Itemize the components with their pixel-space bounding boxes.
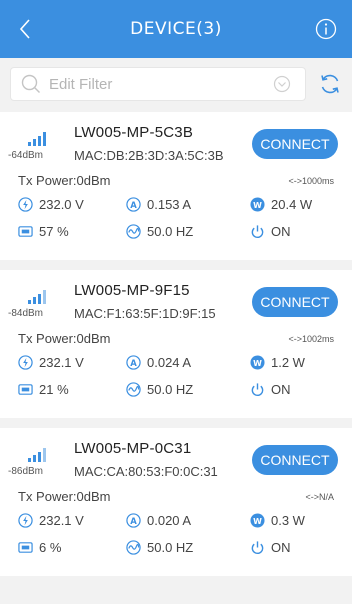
switch-status: ON <box>250 224 291 239</box>
svg-text:A: A <box>130 516 137 526</box>
current-value: 0.024 A <box>147 355 192 370</box>
current-icon: A <box>126 197 141 212</box>
broadcast-interval: <->1000ms <box>288 176 334 186</box>
voltage-metric: 232.1 V <box>18 513 84 528</box>
tx-power: Tx Power:0dBm <box>18 489 111 504</box>
svg-text:A: A <box>130 200 137 210</box>
power-factor-metric: 57 % <box>18 224 69 239</box>
power-icon: W <box>250 355 265 370</box>
voltage-icon <box>18 355 33 370</box>
svg-text:W: W <box>253 517 262 526</box>
filter-input[interactable] <box>49 75 273 93</box>
power-value: 1.2 W <box>271 355 305 370</box>
power-toggle-icon <box>251 541 264 555</box>
info-button[interactable] <box>314 17 338 41</box>
connect-button[interactable]: CONNECT <box>252 287 338 317</box>
switch-value: ON <box>271 540 291 555</box>
power-factor-metric: 6 % <box>18 540 61 555</box>
rssi-value: -64dBm <box>8 150 44 161</box>
current-metric: A 0.024 A <box>126 355 191 370</box>
device-mac: MAC:DB:2B:3D:3A:5C:3B <box>74 148 224 163</box>
device-card[interactable]: -84dBm LW005-MP-9F15 MAC:F1:63:5F:1D:9F:… <box>0 270 352 418</box>
frequency-metric: 50.0 HZ <box>126 382 193 397</box>
power-factor-metric: 21 % <box>18 382 69 397</box>
device-card[interactable]: -64dBm LW005-MP-5C3B MAC:DB:2B:3D:3A:5C:… <box>0 112 352 260</box>
frequency-metric: 50.0 HZ <box>126 540 193 555</box>
power-metric: W 1.2 W <box>250 355 305 370</box>
power-metric: W 0.3 W <box>250 513 305 528</box>
signal-strength-icon <box>28 290 46 304</box>
device-mac: MAC:F1:63:5F:1D:9F:15 <box>74 306 216 321</box>
connect-button[interactable]: CONNECT <box>252 445 338 475</box>
current-value: 0.020 A <box>147 513 192 528</box>
power-factor-icon <box>18 226 33 237</box>
current-icon: A <box>126 355 141 370</box>
device-name: LW005-MP-9F15 <box>74 282 190 299</box>
power-factor-icon <box>18 384 33 395</box>
voltage-metric: 232.0 V <box>18 197 84 212</box>
switch-value: ON <box>271 382 291 397</box>
switch-status: ON <box>250 382 291 397</box>
chevron-down-circle-icon[interactable] <box>273 75 291 93</box>
voltage-icon <box>18 197 33 212</box>
frequency-value: 50.0 HZ <box>147 382 194 397</box>
frequency-value: 50.0 HZ <box>147 224 194 239</box>
power-value: 20.4 W <box>271 197 313 212</box>
current-value: 0.153 A <box>147 197 192 212</box>
frequency-icon <box>126 224 141 239</box>
voltage-metric: 232.1 V <box>18 355 84 370</box>
voltage-value: 232.1 V <box>39 355 84 370</box>
power-icon: W <box>250 197 265 212</box>
power-metric: W 20.4 W <box>250 197 312 212</box>
svg-text:W: W <box>253 359 262 368</box>
power-toggle-icon <box>251 225 264 239</box>
switch-value: ON <box>271 224 291 239</box>
current-icon: A <box>126 513 141 528</box>
page-title: DEVICE(3) <box>130 19 222 39</box>
filter-bar <box>0 58 352 108</box>
rssi-value: -86dBm <box>8 466 44 477</box>
app-header: DEVICE(3) <box>0 0 352 58</box>
svg-text:A: A <box>130 358 137 368</box>
power-toggle-icon <box>251 383 264 397</box>
device-mac: MAC:CA:80:53:F0:0C:31 <box>74 464 218 479</box>
voltage-value: 232.0 V <box>39 197 84 212</box>
broadcast-interval: <->1002ms <box>288 334 334 344</box>
power-factor-icon <box>18 542 33 553</box>
voltage-value: 232.1 V <box>39 513 84 528</box>
chevron-left-icon <box>19 19 30 39</box>
connect-button[interactable]: CONNECT <box>252 129 338 159</box>
info-icon <box>315 18 337 40</box>
power-factor-value: 6 % <box>39 540 62 555</box>
rssi-value: -84dBm <box>8 308 44 319</box>
power-icon: W <box>250 513 265 528</box>
switch-status: ON <box>250 540 291 555</box>
power-factor-value: 57 % <box>39 224 69 239</box>
refresh-icon[interactable] <box>318 72 342 96</box>
device-name: LW005-MP-0C31 <box>74 440 192 457</box>
voltage-icon <box>18 513 33 528</box>
current-metric: A 0.020 A <box>126 513 191 528</box>
tx-power: Tx Power:0dBm <box>18 331 111 346</box>
current-metric: A 0.153 A <box>126 197 191 212</box>
svg-text:W: W <box>253 201 262 210</box>
signal-strength-icon <box>28 132 46 146</box>
signal-strength-icon <box>28 448 46 462</box>
frequency-value: 50.0 HZ <box>147 540 194 555</box>
broadcast-interval: <->N/A <box>305 492 334 502</box>
search-icon <box>21 74 40 93</box>
tx-power: Tx Power:0dBm <box>18 173 111 188</box>
power-value: 0.3 W <box>271 513 305 528</box>
filter-field[interactable] <box>10 67 306 101</box>
device-name: LW005-MP-5C3B <box>74 124 194 141</box>
frequency-icon <box>126 382 141 397</box>
frequency-metric: 50.0 HZ <box>126 224 193 239</box>
frequency-icon <box>126 540 141 555</box>
power-factor-value: 21 % <box>39 382 69 397</box>
back-button[interactable] <box>14 16 36 42</box>
device-card[interactable]: -86dBm LW005-MP-0C31 MAC:CA:80:53:F0:0C:… <box>0 428 352 576</box>
